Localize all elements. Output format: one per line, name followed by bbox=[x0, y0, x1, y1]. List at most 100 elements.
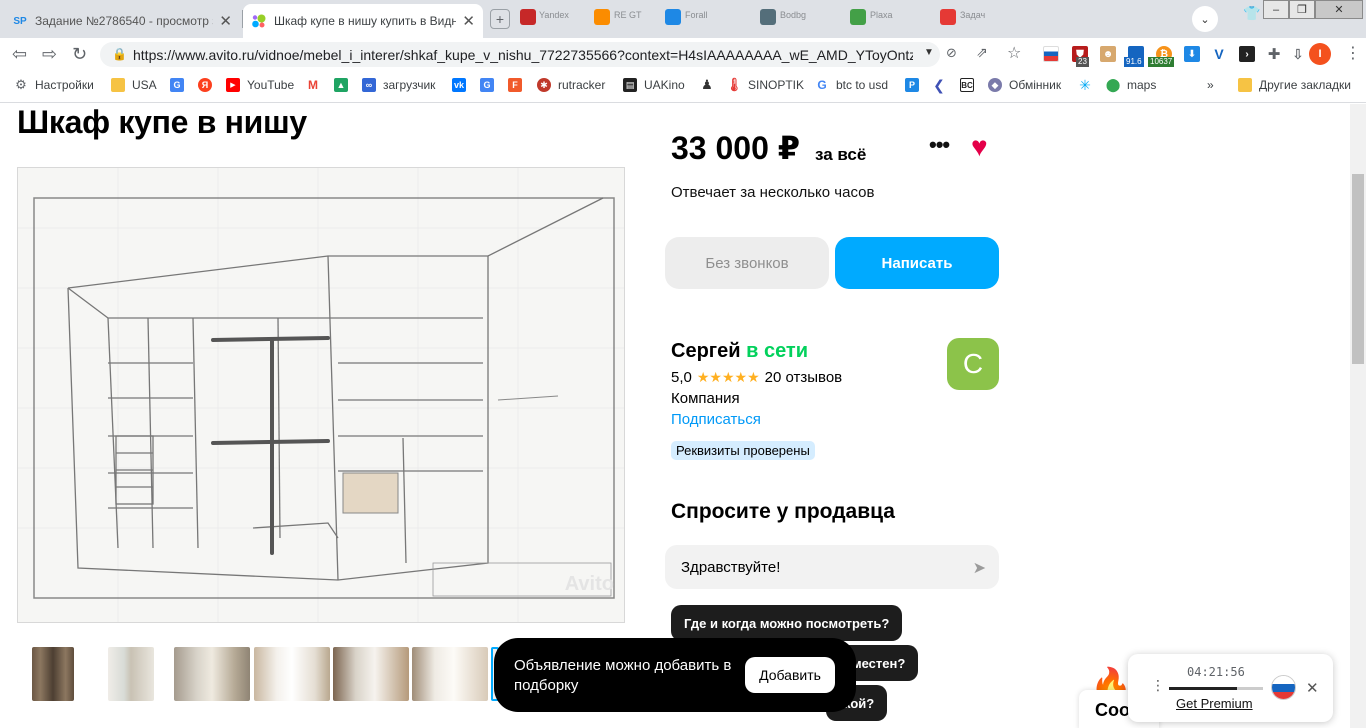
bookmark-youtube[interactable]: ▶ YouTube bbox=[226, 78, 294, 92]
share-icon[interactable]: ⇗ bbox=[976, 44, 988, 61]
tab-task[interactable]: SP Задание №2786540 - просмотр з ✕ bbox=[4, 4, 240, 38]
download-extension-icon[interactable]: ⬇ bbox=[1184, 46, 1200, 62]
maximize-button[interactable]: ❐ bbox=[1289, 0, 1315, 19]
get-premium-link[interactable]: Get Premium bbox=[1176, 696, 1253, 711]
seller-name-text[interactable]: Сергей bbox=[671, 340, 741, 362]
bookmark-yandex[interactable]: Я bbox=[198, 78, 219, 92]
vpn-menu-icon[interactable]: ⋮ bbox=[1151, 677, 1165, 694]
bookmark-vk[interactable]: vk bbox=[452, 78, 473, 92]
thumbnail[interactable] bbox=[32, 647, 74, 701]
bookmark-p[interactable]: P bbox=[905, 78, 926, 92]
main-photo[interactable]: Avito bbox=[17, 167, 625, 623]
vpn-progress-fill bbox=[1169, 687, 1237, 690]
downloads-icon[interactable]: ⇩ bbox=[1290, 46, 1306, 62]
bookmark-uakino[interactable]: ▤ UAKino bbox=[623, 78, 685, 92]
russia-flag-icon[interactable] bbox=[1043, 46, 1059, 62]
sp-favicon-icon: SP bbox=[13, 15, 27, 27]
tab-avito[interactable]: Шкаф купе в нишу купить в Видн ✕ bbox=[243, 4, 483, 38]
wardrobe-drawing bbox=[18, 168, 624, 622]
translate-block-icon[interactable]: ⊘ bbox=[946, 45, 957, 61]
face-extension-icon[interactable]: ☻ bbox=[1100, 46, 1116, 62]
bookmark-maps[interactable]: ⬤ maps bbox=[1106, 77, 1156, 92]
rutracker-icon: ✱ bbox=[537, 78, 551, 92]
thumbnail[interactable] bbox=[254, 647, 330, 701]
reload-icon[interactable]: ↻ bbox=[72, 44, 87, 64]
tab-favicon-icon[interactable] bbox=[520, 9, 536, 25]
tab-favicon-icon[interactable] bbox=[594, 9, 610, 25]
favorite-heart-icon[interactable]: ♥ bbox=[971, 131, 988, 163]
reviews-link[interactable]: 20 отзывов bbox=[765, 369, 843, 386]
bookmark-exchanger[interactable]: ◆ Обмінник bbox=[988, 78, 1061, 92]
lock-icon[interactable]: 🔒 bbox=[112, 47, 127, 61]
tab-favicon-icon[interactable] bbox=[850, 9, 866, 25]
bookmarks-overflow[interactable]: » bbox=[1207, 78, 1214, 92]
shirt-icon[interactable]: 👕 bbox=[1243, 5, 1260, 22]
dropdown-icon[interactable]: ▼ bbox=[924, 47, 934, 58]
bookmark-translate[interactable]: G bbox=[480, 78, 501, 92]
thumbnail[interactable] bbox=[174, 647, 250, 701]
price: 33 000 ₽ bbox=[671, 130, 801, 166]
minimize-button[interactable]: – bbox=[1263, 0, 1289, 19]
tab-favicon-icon[interactable] bbox=[665, 9, 681, 25]
no-calls-button[interactable]: Без звонков bbox=[665, 237, 829, 289]
address-bar[interactable]: 🔒 https://www.avito.ru/vidnoe/mebel_i_in… bbox=[100, 42, 940, 67]
browser-toolbar: ⇦ ⇨ ↻ 🔒 https://www.avito.ru/vidnoe/mebe… bbox=[0, 38, 1366, 70]
folder-icon bbox=[1238, 78, 1252, 92]
bookmark-bc[interactable]: BC bbox=[960, 78, 981, 92]
new-tab-button[interactable]: + bbox=[490, 9, 510, 29]
verified-badge: Реквизиты проверены bbox=[671, 441, 815, 460]
thumbnail[interactable] bbox=[333, 647, 409, 701]
bookmark-google[interactable]: G bbox=[170, 78, 191, 92]
tab-favicon-icon[interactable] bbox=[940, 9, 956, 25]
bookmark-settings[interactable]: ⚙ Настройки bbox=[14, 77, 94, 92]
profile-avatar[interactable]: I bbox=[1309, 43, 1331, 65]
add-button[interactable]: Добавить bbox=[745, 657, 835, 693]
puzzle-icon[interactable]: ✚ bbox=[1266, 46, 1282, 63]
bookmark-star[interactable]: ✳ bbox=[1078, 77, 1099, 93]
rating-stars-icon: ★★★★★ bbox=[696, 369, 760, 385]
seller-name[interactable]: Сергей в сети bbox=[671, 340, 808, 363]
close-icon[interactable]: ✕ bbox=[1306, 679, 1319, 697]
seller-avatar[interactable]: С bbox=[947, 338, 999, 390]
vpn-widget: ⋮ 04:21:56 Get Premium ✕ bbox=[1128, 654, 1333, 722]
tab-search-button[interactable]: ⌄ bbox=[1192, 6, 1218, 32]
bookmark-usa[interactable]: USA bbox=[111, 78, 157, 92]
more-options-icon[interactable]: ••• bbox=[929, 132, 950, 158]
bookmark-arrow[interactable]: ❮ bbox=[932, 77, 953, 93]
bookmark-downloader[interactable]: ∞ загрузчик bbox=[362, 78, 435, 92]
back-icon[interactable]: ⇦ bbox=[12, 44, 27, 64]
thumbnail[interactable] bbox=[108, 647, 154, 701]
terminal-extension-icon[interactable]: › bbox=[1239, 46, 1255, 62]
v-extension-icon[interactable]: V bbox=[1211, 46, 1227, 62]
f-icon: F bbox=[508, 78, 522, 92]
thumbnail[interactable] bbox=[412, 647, 488, 701]
tab-favicon-icon[interactable] bbox=[760, 9, 776, 25]
close-icon[interactable]: ✕ bbox=[219, 12, 232, 30]
bookmark-drive[interactable]: ▲ bbox=[334, 78, 355, 92]
bookmark-btc[interactable]: Gbtc to usd bbox=[815, 78, 888, 92]
subscribe-link[interactable]: Подписаться bbox=[671, 411, 761, 428]
drive-icon: ▲ bbox=[334, 78, 348, 92]
russia-flag-icon[interactable] bbox=[1271, 675, 1296, 700]
message-text[interactable]: Здравствуйте! bbox=[681, 559, 780, 576]
forward-icon[interactable]: ⇨ bbox=[42, 44, 57, 64]
bookmark-star-icon[interactable]: ☆ bbox=[1007, 43, 1021, 63]
bookmark-label: SINOPTIK bbox=[748, 78, 805, 92]
scrollbar[interactable] bbox=[1350, 104, 1366, 728]
bookmark-rutracker[interactable]: ✱ rutracker bbox=[537, 78, 605, 92]
close-icon[interactable]: ✕ bbox=[462, 12, 475, 30]
url-text[interactable]: https://www.avito.ru/vidnoe/mebel_i_inte… bbox=[133, 47, 913, 63]
bookmark-f[interactable]: F bbox=[508, 78, 529, 92]
scrollbar-thumb[interactable] bbox=[1352, 174, 1364, 364]
write-message-button[interactable]: Написать bbox=[835, 237, 999, 289]
quick-question-chip[interactable]: Где и когда можно посмотреть? bbox=[671, 605, 903, 641]
bookmark-gmail[interactable]: M bbox=[306, 78, 327, 92]
bookmark-sinoptik[interactable]: 🌡 SINOPTIK bbox=[726, 77, 805, 92]
bookmark-person[interactable]: ♟ bbox=[700, 77, 721, 92]
send-icon[interactable]: ➤ bbox=[973, 558, 986, 578]
message-input[interactable]: Здравствуйте! ➤ bbox=[665, 545, 999, 589]
menu-icon[interactable]: ⋮ bbox=[1345, 43, 1361, 63]
vk-icon: vk bbox=[452, 78, 466, 92]
close-window-button[interactable]: ✕ bbox=[1315, 0, 1363, 19]
bookmark-other[interactable]: Другие закладки bbox=[1238, 78, 1351, 92]
